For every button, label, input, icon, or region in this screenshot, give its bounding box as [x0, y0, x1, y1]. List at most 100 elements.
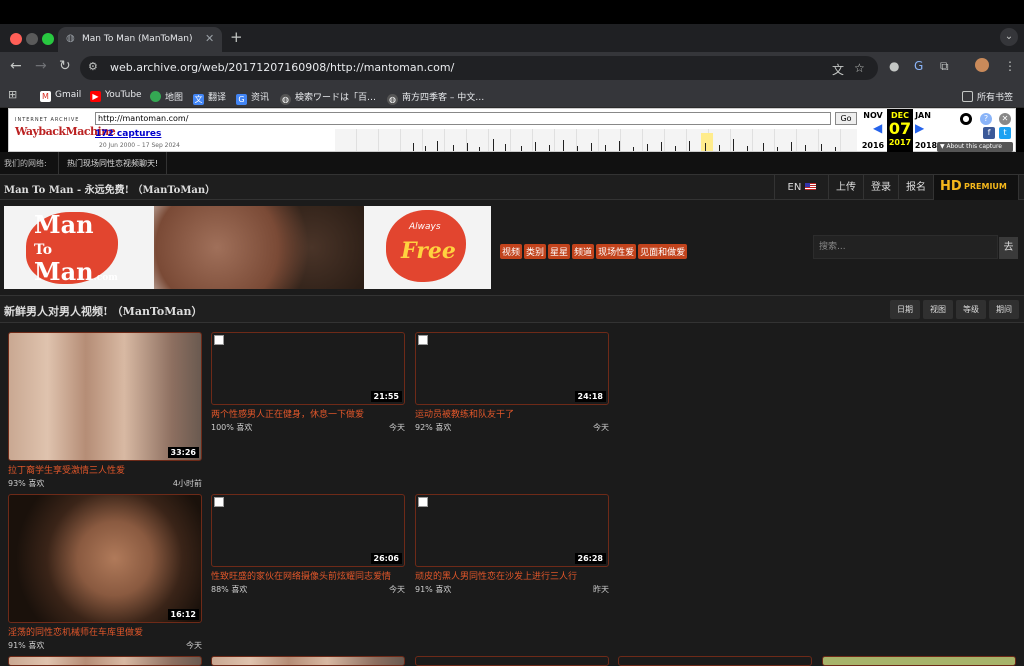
site-header: Man To Man - 永远免费! （ManToMan） EN 上传 登录 报…	[0, 175, 1024, 200]
nav-stars[interactable]: 星星	[548, 244, 571, 259]
facebook-icon[interactable]: f	[983, 127, 995, 139]
address-bar[interactable]: ⚙ web.archive.org/web/20171207160908/htt…	[80, 56, 878, 80]
reload-icon[interactable]: ↻	[59, 58, 71, 74]
video-meta: 100% 喜欢 今天	[211, 423, 405, 432]
translate-extension-icon[interactable]: G	[914, 59, 923, 73]
video-thumbnail[interactable]: 16:12	[8, 494, 202, 623]
wayback-user-icon[interactable]: ●	[960, 113, 972, 125]
bookmark-youtube[interactable]: ▶ YouTube	[90, 90, 142, 102]
video-card[interactable]: 16:12 淫荡的同性恋机械师在车库里做爱 91% 喜欢 今天	[8, 494, 202, 651]
bookmark-translate[interactable]: 文翻译	[193, 90, 226, 105]
video-card[interactable]: 24:18 运动员被教练和队友干了 92% 喜欢 今天	[415, 332, 609, 433]
video-card[interactable]: 33:26 拉丁裔学生享受激情三人性爱 93% 喜欢 4小时前	[8, 332, 202, 489]
wayback-toolbar: INTERNET ARCHIVE WaybackMachine http://m…	[8, 108, 1016, 153]
nav-channels[interactable]: 频道	[572, 244, 595, 259]
site-title[interactable]: Man To Man - 永远免费! （ManToMan）	[4, 181, 215, 196]
signup-button[interactable]: 报名	[898, 175, 933, 200]
language-selector[interactable]: EN	[774, 175, 828, 200]
login-button[interactable]: 登录	[863, 175, 898, 200]
address-bar-url: web.archive.org/web/20171207160908/http:…	[110, 61, 455, 74]
capture-sparkline[interactable]	[335, 129, 857, 151]
forward-icon[interactable]: →	[35, 58, 47, 74]
hd-premium-button[interactable]: HD PREMIUM	[933, 175, 1019, 200]
video-title[interactable]: 运动员被教练和队友干了	[415, 407, 609, 420]
video-thumbnail[interactable]	[8, 656, 202, 666]
profile-avatar[interactable]	[975, 58, 989, 72]
close-wayback-icon[interactable]: ✕	[999, 113, 1011, 125]
video-thumbnail[interactable]: 24:18	[415, 332, 609, 405]
video-thumbnail[interactable]	[618, 656, 812, 666]
video-thumbnail[interactable]	[822, 656, 1016, 666]
extension-icon[interactable]: ●	[889, 59, 899, 73]
video-thumbnail[interactable]: 26:28	[415, 494, 609, 567]
wayback-url-input[interactable]: http://mantoman.com/	[95, 112, 831, 125]
next-capture-arrow-icon[interactable]: ▶	[915, 121, 924, 135]
maps-icon	[150, 91, 161, 102]
sort-views-button[interactable]: 视图	[923, 300, 953, 319]
prev-capture-arrow-icon[interactable]: ◀	[873, 121, 882, 135]
always-text: Always	[409, 222, 441, 232]
video-thumbnail[interactable]	[415, 656, 609, 666]
site-page: 我们的网络: 热门现场同性恋视频聊天! Man To Man - 永远免费! （…	[0, 152, 1024, 666]
bookmark-gmail[interactable]: M Gmail	[40, 90, 81, 102]
search-input[interactable]: 搜索...	[813, 235, 998, 259]
next-month[interactable]: JAN	[909, 111, 937, 120]
nav-categories[interactable]: 类别	[524, 244, 547, 259]
browser-menu-icon[interactable]: ⋮	[1004, 59, 1016, 73]
bookmark-maps[interactable]: 地图	[150, 90, 183, 103]
video-meta: 88% 喜欢 今天	[211, 585, 405, 594]
video-thumbnail[interactable]	[211, 656, 405, 666]
twitter-icon[interactable]: t	[999, 127, 1011, 139]
bookmark-search-word[interactable]: ◍ 検索ワードは「百…	[280, 90, 376, 105]
video-title[interactable]: 拉丁裔学生享受激情三人性爱	[8, 463, 202, 476]
video-card[interactable]: 21:55 两个性感男人正在健身，休息一下做爱 100% 喜欢 今天	[211, 332, 405, 433]
site-banner[interactable]: Man To Man.com Always Free	[4, 206, 491, 289]
nav-videos[interactable]: 视频	[500, 244, 523, 259]
video-duration: 21:55	[370, 391, 402, 402]
video-thumbnail[interactable]: 33:26	[8, 332, 202, 461]
video-title[interactable]: 性致旺盛的家伙在网络摄像头前炫耀同志爱情	[211, 569, 405, 582]
video-title[interactable]: 两个性感男人正在健身，休息一下做爱	[211, 407, 405, 420]
video-card[interactable]: 26:06 性致旺盛的家伙在网络摄像头前炫耀同志爱情 88% 喜欢 今天	[211, 494, 405, 595]
tab-search-button[interactable]: ⌄	[1000, 28, 1018, 46]
bookmark-star-icon[interactable]: ☆	[854, 61, 865, 75]
sort-duration-button[interactable]: 期间	[989, 300, 1019, 319]
close-tab-icon[interactable]: ✕	[205, 32, 214, 45]
network-label: 我们的网络:	[4, 159, 47, 168]
nav-live-sex[interactable]: 现场性爱	[596, 244, 637, 259]
back-icon[interactable]: ←	[10, 58, 22, 74]
video-thumbnail[interactable]: 26:06	[211, 494, 405, 567]
all-bookmarks-folder[interactable]: 所有书签	[962, 90, 1013, 103]
video-thumbnail[interactable]: 21:55	[211, 332, 405, 405]
new-tab-button[interactable]: +	[230, 28, 243, 46]
wayback-go-button[interactable]: Go	[835, 112, 857, 125]
video-title[interactable]: 淫荡的同性恋机械师在车库里做爱	[8, 625, 202, 638]
broken-image-icon	[418, 497, 428, 507]
video-card[interactable]: 26:28 顽皮的黑人男同性恋在沙发上进行三人行 91% 喜欢 昨天	[415, 494, 609, 595]
apps-grid-icon[interactable]: ⊞	[8, 88, 17, 101]
wayback-machine-logo[interactable]: INTERNET ARCHIVE WaybackMachine	[13, 113, 116, 147]
youtube-icon: ▶	[90, 91, 101, 102]
sort-date-button[interactable]: 日期	[890, 300, 920, 319]
sort-rating-button[interactable]: 等级	[956, 300, 986, 319]
captures-link[interactable]: 172 captures	[95, 129, 161, 139]
maximize-window-button[interactable]	[42, 33, 54, 45]
gmail-icon: M	[40, 91, 51, 102]
tab-mantoman[interactable]: ◍ Man To Man (ManToMan) ✕	[58, 27, 222, 52]
live-chat-link[interactable]: 热门现场同性恋视频聊天!	[58, 152, 168, 175]
bookmarks-bar: ⊞ M Gmail ▶ YouTube 地图 文翻译 G 资讯 ◍ 検索ワードは「百… …	[0, 84, 1024, 108]
nav-meet[interactable]: 见面和做爱	[638, 244, 688, 259]
help-icon[interactable]: ?	[980, 113, 992, 125]
video-title[interactable]: 顽皮的黑人男同性恋在沙发上进行三人行	[415, 569, 609, 582]
translate-icon[interactable]: 文	[832, 61, 844, 78]
about-capture-button[interactable]: ▼ About this capture	[937, 142, 1013, 152]
search-button[interactable]: 去	[999, 237, 1018, 259]
bookmark-nanfang[interactable]: ◍ 南方四季客 – 中文…	[387, 90, 484, 105]
site-info-icon[interactable]: ⚙	[88, 60, 98, 73]
prev-month[interactable]: NOV	[859, 111, 887, 120]
minimize-window-button[interactable]	[26, 33, 38, 45]
extensions-puzzle-icon[interactable]: ⧉	[940, 59, 949, 74]
bookmark-news[interactable]: G 资讯	[236, 90, 269, 105]
close-window-button[interactable]	[10, 33, 22, 45]
upload-button[interactable]: 上传	[828, 175, 863, 200]
